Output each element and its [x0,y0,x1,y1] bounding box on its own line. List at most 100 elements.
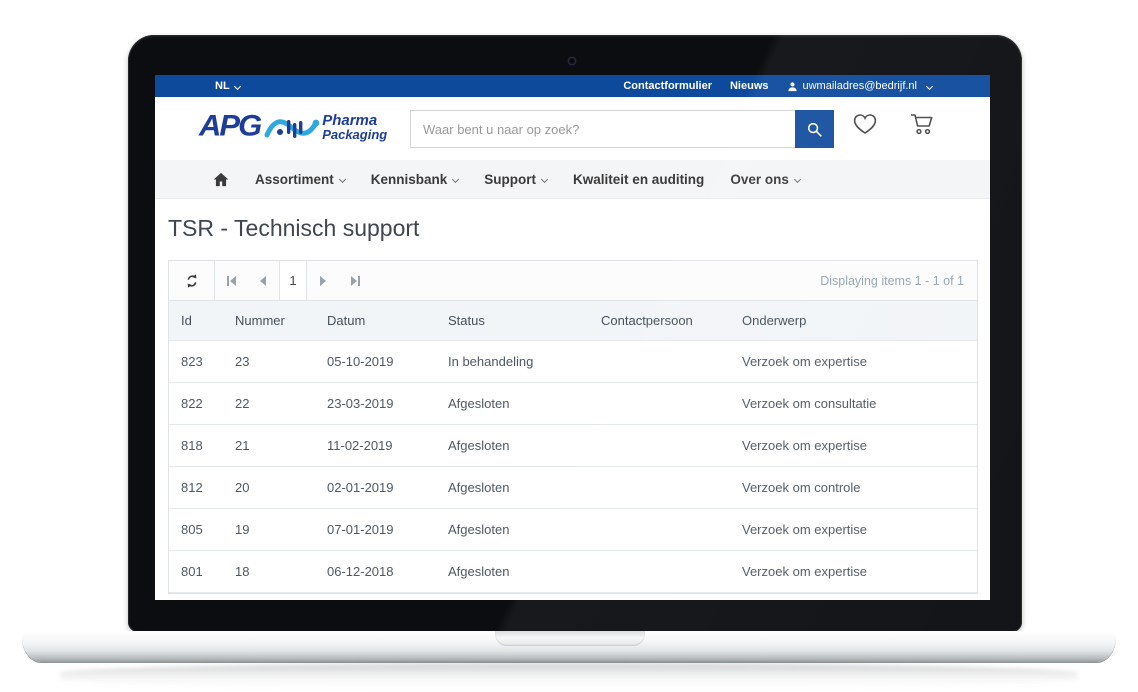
cell-contactpersoon [589,551,730,593]
language-selector[interactable]: NL [215,80,240,92]
refresh-icon [184,273,200,289]
cell-onderwerp: Verzoek om consultatie [730,383,977,425]
chevron-down-icon [926,82,933,89]
search-bar [410,110,834,148]
cart-icon [909,112,935,136]
col-header-datum[interactable]: Datum [315,301,436,341]
nav-label: Assortiment [255,172,334,187]
cell-contactpersoon [589,383,730,425]
search-icon [806,121,823,138]
cell-status: Afgesloten [436,467,589,509]
col-header-nummer[interactable]: Nummer [223,301,315,341]
search-input[interactable] [410,110,795,148]
table-row[interactable]: 818 21 11-02-2019 Afgesloten Verzoek om … [169,425,977,467]
cart-button[interactable] [909,112,935,136]
user-icon [787,81,798,92]
cell-datum: 11-02-2019 [315,425,436,467]
cell-nummer: 18 [223,551,315,593]
table-header-row: Id Nummer Datum Status Contactpersoon On… [169,301,977,341]
contactformulier-link[interactable]: Contactformulier [623,80,712,92]
cell-status: In behandeling [436,341,589,383]
browser-screen: NL Contactformulier Nieuws uwmailadres@b… [155,75,990,600]
logo-line2: Packaging [322,128,387,141]
heart-icon [853,113,877,135]
cell-id: 805 [169,509,223,551]
language-label: NL [215,80,230,92]
nav-label: Kennisbank [371,172,448,187]
nav-item-kennisbank[interactable]: Kennisbank [371,172,459,187]
cell-id: 818 [169,425,223,467]
cell-datum: 07-01-2019 [315,509,436,551]
cell-nummer: 23 [223,341,315,383]
pager-first-button[interactable] [215,261,247,300]
cell-nummer: 20 [223,467,315,509]
site-logo[interactable]: APG Pharma Packaging [199,107,387,145]
cell-status: Afgesloten [436,509,589,551]
cell-contactpersoon [589,341,730,383]
first-page-icon [230,276,236,286]
laptop-lid: NL Contactformulier Nieuws uwmailadres@b… [128,35,1022,632]
col-header-status[interactable]: Status [436,301,589,341]
webcam-dot [568,57,576,65]
nav-item-support[interactable]: Support [484,172,547,187]
table-row[interactable]: 823 23 05-10-2019 In behandeling Verzoek… [169,341,977,383]
pager-last-button[interactable] [339,261,371,300]
cell-id: 801 [169,551,223,593]
nav-label: Kwaliteit en auditing [573,172,704,187]
pager-status: Displaying items 1 - 1 of 1 [820,274,977,288]
cell-onderwerp: Verzoek om expertise [730,551,977,593]
cell-onderwerp: Verzoek om expertise [730,509,977,551]
site-header: APG Pharma Packaging [155,97,990,160]
site-topbar: NL Contactformulier Nieuws uwmailadres@b… [155,75,990,97]
cell-onderwerp: Verzoek om expertise [730,341,977,383]
refresh-button[interactable] [169,261,215,300]
logo-line1: Pharma [322,113,387,128]
nav-home[interactable] [213,172,229,187]
col-header-id[interactable]: Id [169,301,223,341]
chevron-down-icon [794,175,801,182]
cell-status: Afgesloten [436,551,589,593]
laptop-base [22,631,1116,662]
dna-swoosh-icon [264,111,320,145]
pager-current-page[interactable]: 1 [279,261,307,300]
laptop-base-notch [495,631,645,646]
laptop-mockup: NL Contactformulier Nieuws uwmailadres@b… [0,0,1138,692]
search-button[interactable] [795,110,834,148]
nieuws-link[interactable]: Nieuws [730,80,769,92]
nav-label: Over ons [730,172,789,187]
cell-onderwerp: Verzoek om expertise [730,425,977,467]
chevron-down-icon [339,175,346,182]
pager-next-button[interactable] [307,261,339,300]
nav-item-kwaliteit-en-auditing[interactable]: Kwaliteit en auditing [573,172,704,187]
cell-status: Afgesloten [436,425,589,467]
wishlist-button[interactable] [853,113,877,135]
account-email: uwmailadres@bedrijf.nl [803,80,918,92]
nav-item-assortiment[interactable]: Assortiment [255,172,345,187]
cell-nummer: 22 [223,383,315,425]
cell-contactpersoon [589,425,730,467]
nav-label: Support [484,172,536,187]
table-row[interactable]: 805 19 07-01-2019 Afgesloten Verzoek om … [169,509,977,551]
logo-wordmark: Pharma Packaging [322,113,387,142]
page-content: TSR - Technisch support [155,199,990,594]
nav-item-over-ons[interactable]: Over ons [730,172,800,187]
cell-id: 812 [169,467,223,509]
pager-prev-button[interactable] [247,261,279,300]
laptop-reflection [60,663,1078,689]
col-header-onderwerp[interactable]: Onderwerp [730,301,977,341]
chevron-down-icon [541,175,548,182]
table-row[interactable]: 822 22 23-03-2019 Afgesloten Verzoek om … [169,383,977,425]
table-row[interactable]: 812 20 02-01-2019 Afgesloten Verzoek om … [169,467,977,509]
cell-id: 823 [169,341,223,383]
last-page-icon [351,276,357,286]
home-icon [213,172,229,187]
account-menu[interactable]: uwmailadres@bedrijf.nl [787,80,933,92]
cell-nummer: 21 [223,425,315,467]
cell-datum: 05-10-2019 [315,341,436,383]
col-header-contactpersoon[interactable]: Contactpersoon [589,301,730,341]
page-title: TSR - Technisch support [168,215,978,242]
cell-contactpersoon [589,509,730,551]
table-row[interactable]: 801 18 06-12-2018 Afgesloten Verzoek om … [169,551,977,593]
next-page-icon [320,276,326,286]
cell-id: 822 [169,383,223,425]
